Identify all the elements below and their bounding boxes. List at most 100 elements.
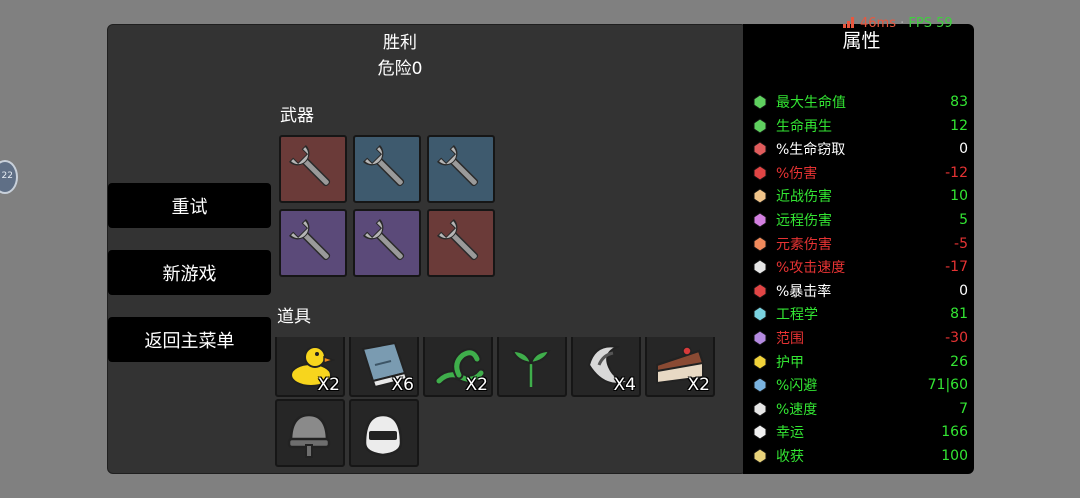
stat-name: 范围 [776,331,804,347]
stat-name: 工程学 [776,307,818,324]
item-slot[interactable]: X2 [645,337,715,397]
damage-icon [751,164,769,182]
stat-name: 收获 [776,449,804,465]
stat-row: 护甲 26 [751,351,968,373]
stat-row: 远程伤害 5 [751,209,968,231]
stat-value: 81 [950,306,968,323]
item-slot[interactable]: X2 [423,337,493,397]
stat-name: 元素伤害 [776,236,832,253]
items-grid: X2 X6 X2 X4 X2 [275,337,717,473]
stat-row: %生命窃取 0 [751,138,968,160]
item-count: X4 [613,375,636,395]
stat-name: 幸运 [776,425,804,442]
stat-row: 收获 100 [751,445,968,467]
stat-name: %闪避 [776,378,818,395]
regen-icon [751,117,769,135]
stat-row: %攻击速度 -17 [751,256,968,278]
luck-icon [751,423,769,441]
lifesteal-icon [751,140,769,158]
main-menu-button[interactable]: 返回主菜单 [108,317,271,362]
helmet-icon [287,413,331,458]
item-count: X2 [687,375,710,395]
engineering-icon [751,305,769,323]
visor-helmet-icon [363,413,403,457]
item-slot[interactable]: X2 [275,337,345,397]
danger-level: 危险0 [377,59,423,79]
stat-value: -17 [945,259,968,276]
item-count: X2 [465,375,488,395]
stat-row: 最大生命值 83 [751,91,968,113]
new-game-button[interactable]: 新游戏 [108,250,271,295]
shield-icon [751,353,769,371]
stat-value: 12 [950,117,968,134]
weapon-slot[interactable] [279,209,347,277]
heart-icon [751,93,769,111]
speed-icon [751,400,769,418]
stat-value: 5 [959,212,968,228]
weapon-slot[interactable] [427,209,495,277]
item-slot[interactable]: X6 [349,337,419,397]
items-label: 道具 [277,307,311,327]
stat-value: 100 [941,448,968,464]
stat-value: 26 [950,353,968,370]
stat-name: %速度 [776,401,818,418]
stat-name: %攻击速度 [776,260,846,277]
stat-name: %暴击率 [776,283,832,300]
stat-name: 远程伤害 [776,213,832,229]
wrench-icon [436,218,479,261]
stat-row: 范围 -30 [751,327,968,349]
weapon-slot[interactable] [353,209,421,277]
item-slot[interactable] [275,399,345,467]
item-count: X6 [391,375,414,395]
stat-value: 10 [950,188,968,205]
stat-row: 幸运 166 [751,421,968,443]
stats-panel: 属性 最大生命值 83 生命再生 12 %生命窃取 0 %伤害 -12 近战伤害 10 远程伤害 5 元… [743,24,974,474]
wrench-icon [436,144,479,187]
item-slot[interactable] [497,337,567,397]
run-summary-panel: 胜利 危险0 重试 新游戏 返回主菜单 武器 道具 X2 X6 X2 X4 X2 [107,24,747,474]
sword-icon [751,187,769,205]
stat-row: %伤害 -12 [751,162,968,184]
stat-value: 7 [959,400,968,417]
stat-value: -12 [945,164,968,181]
stat-value: -30 [945,330,968,346]
harvest-icon [751,447,769,465]
item-slot[interactable]: X4 [571,337,641,397]
weapon-slot[interactable] [427,135,495,203]
stat-value: 71|60 [927,377,968,394]
dodge-icon [751,376,769,394]
stat-row: 工程学 81 [751,303,968,325]
stat-value: 0 [959,141,968,158]
stat-row: %闪避 71|60 [751,374,968,396]
stat-value: 0 [959,282,968,299]
stat-row: 近战伤害 10 [751,185,968,207]
stat-name: %生命窃取 [776,142,846,159]
item-count: X2 [317,375,340,395]
crit-icon [751,282,769,300]
performance-overlay: 46ms · FPS 59 [843,16,953,31]
stat-name: 护甲 [776,354,804,371]
stat-name: 最大生命值 [776,95,846,111]
hourglass-icon [751,258,769,276]
stat-name: 生命再生 [776,118,832,135]
weapon-slot[interactable] [353,135,421,203]
weapon-slot[interactable] [279,135,347,203]
wrench-icon [362,218,405,261]
result-title: 胜利 [383,33,417,53]
item-slot[interactable] [349,399,419,467]
stat-row: 元素伤害 -5 [751,233,968,255]
fps-readout: FPS 59 [908,16,953,31]
sprout-icon [511,349,551,387]
retry-button[interactable]: 重试 [108,183,271,228]
stat-name: 近战伤害 [776,189,832,206]
floating-assist-button[interactable]: 22 [0,160,18,194]
wrench-icon [288,144,331,187]
stat-row: %速度 7 [751,398,968,420]
signal-icon [843,17,857,28]
bow-icon [751,211,769,229]
wrench-icon [288,218,331,261]
latency-readout: 46ms [860,16,896,31]
stat-row: 生命再生 12 [751,115,968,137]
weapons-label: 武器 [280,106,314,126]
stat-value: -5 [954,235,968,252]
